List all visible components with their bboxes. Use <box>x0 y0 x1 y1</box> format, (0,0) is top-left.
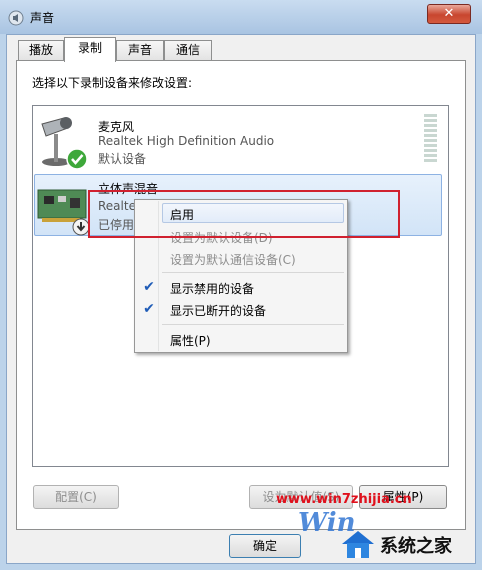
configure-button[interactable]: 配置(C) <box>33 485 119 509</box>
tab-label: 声音 <box>127 43 152 57</box>
ok-button[interactable]: 确定 <box>229 534 301 558</box>
tab-communications[interactable]: 通信 <box>164 40 212 60</box>
device-name: 麦克风 <box>98 120 135 134</box>
meter-bar <box>424 154 437 157</box>
device-driver: Realtek High Definition Audio <box>98 134 275 148</box>
meter-bar <box>424 134 437 137</box>
menu-separator <box>162 324 344 325</box>
title-bar <box>0 0 482 34</box>
tab-playback[interactable]: 播放 <box>18 40 64 60</box>
instruction-text: 选择以下录制设备来修改设置: <box>32 76 193 90</box>
menu-item-show-disabled[interactable]: 显示禁用的设备 <box>170 280 254 297</box>
close-icon: ✕ <box>443 6 455 21</box>
menu-item-set-default-comm[interactable]: 设置为默认通信设备(C) <box>170 251 296 268</box>
meter-bar <box>424 129 437 132</box>
close-button[interactable]: ✕ <box>427 4 471 24</box>
default-check-badge <box>66 148 88 170</box>
check-icon: ✔ <box>143 279 155 295</box>
menu-separator <box>162 272 344 273</box>
watermark-brand: 系统之家 <box>380 536 452 557</box>
meter-bar <box>424 119 437 122</box>
tab-sounds[interactable]: 声音 <box>116 40 164 60</box>
tab-recording[interactable]: 录制 <box>64 37 116 62</box>
watermark-url: www.win7zhijia.cn <box>276 492 412 507</box>
menu-item-properties[interactable]: 属性(P) <box>170 332 211 349</box>
highlight-annotation-box <box>88 190 400 238</box>
meter-bar <box>424 114 437 117</box>
tab-label: 录制 <box>77 41 102 55</box>
meter-bar <box>424 144 437 147</box>
tab-label: 通信 <box>175 43 200 57</box>
check-icon: ✔ <box>143 301 155 317</box>
meter-bar <box>424 139 437 142</box>
menu-item-show-disconnected[interactable]: 显示已断开的设备 <box>170 302 266 319</box>
meter-bar <box>424 124 437 127</box>
window-title: 声音 <box>30 11 55 25</box>
house-logo-icon <box>342 531 374 558</box>
speaker-icon <box>8 10 24 26</box>
meter-bar <box>424 159 437 162</box>
meter-bar <box>424 149 437 152</box>
tab-label: 播放 <box>28 43 53 57</box>
device-status: 默认设备 <box>98 152 147 166</box>
